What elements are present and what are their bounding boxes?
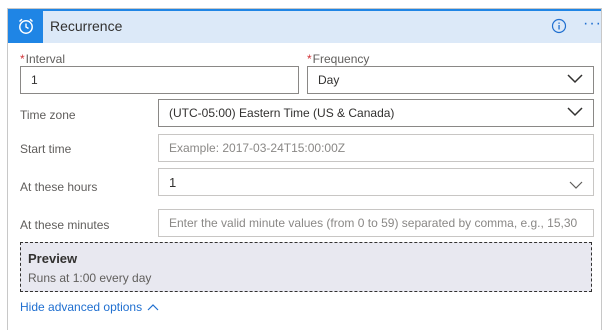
frequency-dropdown[interactable]: Day: [307, 66, 594, 94]
at-these-hours-label: At these hours: [20, 180, 98, 194]
frequency-label: *Frequency: [307, 52, 369, 66]
interval-label-text: Interval: [25, 52, 66, 66]
hide-advanced-options-link[interactable]: Hide advanced options: [20, 300, 159, 314]
card-title: Recurrence: [50, 18, 123, 34]
at-these-minutes-placeholder: Enter the valid minute values (from 0 to…: [169, 216, 578, 230]
start-time-input[interactable]: Example: 2017-03-24T15:00:00Z: [158, 134, 594, 162]
interval-label: *Interval: [20, 52, 65, 66]
interval-value: 1: [31, 73, 38, 87]
card-header[interactable]: Recurrence ···: [8, 9, 601, 43]
frequency-value: Day: [318, 73, 340, 87]
start-time-label: Start time: [20, 142, 72, 156]
recurrence-card: Recurrence ··· *Interval 1 *Frequency Da…: [7, 8, 602, 330]
start-time-placeholder: Example: 2017-03-24T15:00:00Z: [169, 141, 346, 155]
time-zone-dropdown[interactable]: (UTC-05:00) Eastern Time (US & Canada): [158, 99, 594, 127]
preview-title: Preview: [28, 251, 78, 266]
chevron-down-icon: [567, 106, 583, 121]
preview-text: Runs at 1:00 every day: [28, 271, 152, 285]
at-these-minutes-input[interactable]: Enter the valid minute values (from 0 to…: [158, 209, 594, 237]
required-mark: *: [20, 52, 25, 66]
required-mark: *: [307, 52, 312, 66]
time-zone-value: (UTC-05:00) Eastern Time (US & Canada): [169, 106, 395, 120]
time-zone-label: Time zone: [20, 108, 76, 122]
chevron-up-icon: [147, 300, 159, 314]
at-these-minutes-label: At these minutes: [20, 218, 110, 232]
chevron-down-icon: [567, 73, 583, 88]
at-these-hours-value: 1: [169, 175, 177, 190]
hide-advanced-options-label: Hide advanced options: [20, 300, 143, 314]
chevron-down-icon: [569, 178, 583, 193]
alarm-clock-icon: [8, 9, 43, 43]
preview-box: Preview Runs at 1:00 every day: [20, 242, 592, 292]
interval-input[interactable]: 1: [20, 66, 299, 94]
info-icon[interactable]: [551, 18, 567, 39]
at-these-hours-dropdown[interactable]: 1: [158, 168, 594, 196]
frequency-label-text: Frequency: [312, 52, 370, 66]
more-options-icon[interactable]: ···: [583, 15, 602, 33]
